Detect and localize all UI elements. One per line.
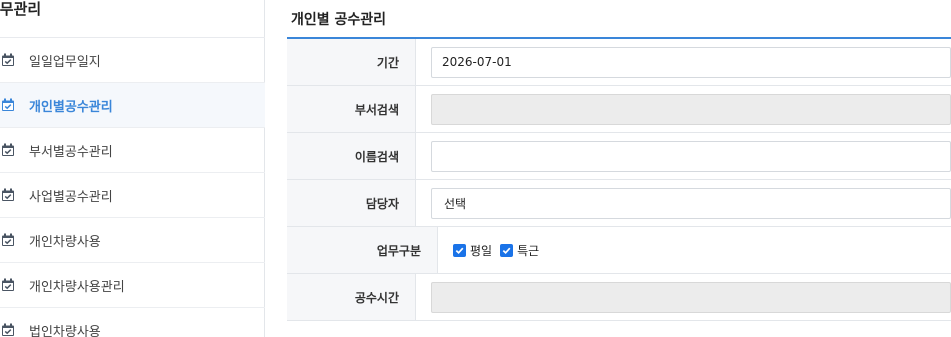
calendar-check-icon bbox=[2, 98, 14, 111]
manager-cell: 선택 bbox=[416, 180, 951, 226]
sidebar-item-label: 개인별공수관리 bbox=[29, 99, 113, 115]
form-row-period: 기간 bbox=[287, 39, 951, 86]
hours-label: 공수시간 bbox=[287, 274, 416, 320]
form-row-manager: 담당자 선택 bbox=[287, 180, 951, 227]
dept-cell bbox=[416, 86, 951, 132]
sidebar-item-corporate-vehicle[interactable]: 법인차량사용 bbox=[0, 308, 265, 337]
form-row-dept: 부서검색 bbox=[287, 86, 951, 133]
checkmark-icon bbox=[453, 243, 466, 257]
name-cell bbox=[416, 133, 951, 179]
sidebar-item-label: 개인차량사용관리 bbox=[29, 279, 125, 295]
calendar-check-icon bbox=[2, 143, 14, 156]
form-row-name: 이름검색 bbox=[287, 133, 951, 180]
form-row-hours: 공수시간 bbox=[287, 274, 951, 321]
calendar-check-icon bbox=[2, 233, 14, 246]
sidebar-item-daily-log[interactable]: 일일업무일지 bbox=[0, 38, 265, 83]
sidebar-item-label: 법인차량사용 bbox=[29, 324, 101, 337]
period-input[interactable] bbox=[431, 46, 951, 78]
name-search-input[interactable] bbox=[431, 140, 951, 172]
sidebar-item-label: 개인차량사용 bbox=[29, 234, 101, 250]
main-content: 개인별 공수관리 기간 부서검색 이름검색 담당자 선택 bbox=[287, 0, 951, 337]
sidebar-item-project-hours[interactable]: 사업별공수관리 bbox=[0, 173, 265, 218]
calendar-check-icon bbox=[2, 188, 14, 201]
weekday-label: 평일 bbox=[470, 243, 493, 258]
calendar-check-icon bbox=[2, 323, 14, 336]
sidebar-item-personal-hours[interactable]: 개인별공수관리 bbox=[0, 83, 265, 128]
form-row-worktype: 업무구분 평일 특근 bbox=[287, 227, 951, 274]
name-label: 이름검색 bbox=[287, 133, 416, 179]
manager-label: 담당자 bbox=[287, 180, 416, 226]
manager-select-value: 선택 bbox=[444, 196, 467, 211]
dept-label: 부서검색 bbox=[287, 86, 416, 132]
page-title: 개인별 공수관리 bbox=[291, 12, 387, 28]
checkmark-icon bbox=[500, 243, 514, 257]
calendar-check-icon bbox=[2, 53, 14, 66]
sidebar-item-label: 부서별공수관리 bbox=[29, 144, 113, 160]
sidebar-item-personal-vehicle[interactable]: 개인차량사용 bbox=[0, 218, 265, 263]
sidebar-menu: 일일업무일지 개인별공수관리 부서별공수관리 사업별공수관리 개인차량사용 개인… bbox=[0, 37, 265, 337]
sidebar-item-label: 사업별공수관리 bbox=[29, 189, 113, 205]
hours-cell bbox=[416, 274, 951, 320]
worktype-cell: 평일 특근 bbox=[438, 227, 951, 273]
calendar-check-icon bbox=[2, 278, 14, 291]
dept-search-input[interactable] bbox=[431, 93, 951, 125]
period-label: 기간 bbox=[287, 39, 416, 85]
sidebar-title: 업무관리 bbox=[0, 0, 42, 18]
search-form: 기간 부서검색 이름검색 담당자 선택 업무구분 bbox=[287, 37, 951, 321]
manager-select[interactable]: 선택 bbox=[431, 187, 951, 219]
sidebar-item-dept-hours[interactable]: 부서별공수관리 bbox=[0, 128, 265, 173]
work-hours-input[interactable] bbox=[431, 281, 951, 313]
weekday-checkbox[interactable]: 평일 bbox=[453, 242, 492, 259]
period-cell bbox=[416, 39, 951, 85]
sidebar: 업무관리 일일업무일지 개인별공수관리 부서별공수관리 사업별공수관리 개인차량… bbox=[0, 0, 265, 337]
worktype-label: 업무구분 bbox=[287, 227, 438, 273]
sidebar-item-label: 일일업무일지 bbox=[29, 54, 101, 70]
sidebar-item-personal-vehicle-mgmt[interactable]: 개인차량사용관리 bbox=[0, 263, 265, 308]
overtime-checkbox[interactable]: 특근 bbox=[500, 242, 539, 259]
overtime-label: 특근 bbox=[517, 243, 540, 258]
